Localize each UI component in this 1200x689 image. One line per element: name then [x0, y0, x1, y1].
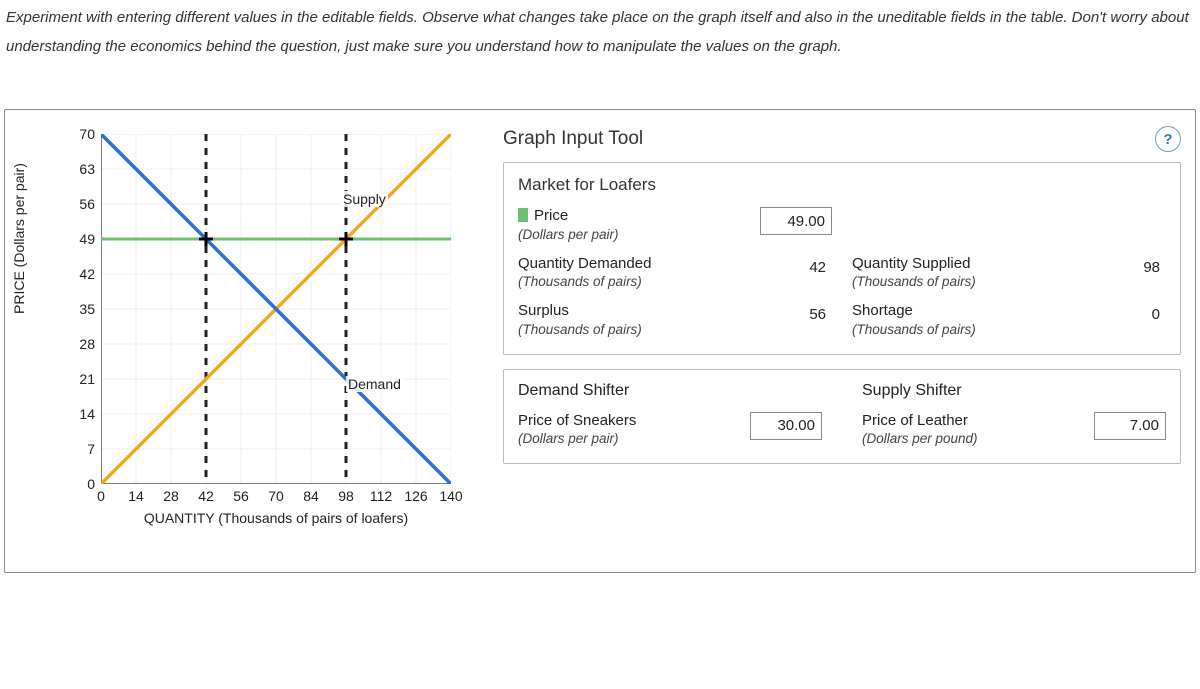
series-label-demand[interactable]: Demand	[346, 376, 403, 392]
x-axis-label: QUANTITY (Thousands of pairs of loafers)	[101, 510, 451, 526]
x-tick: 98	[338, 488, 354, 504]
y-tick: 14	[59, 406, 95, 422]
help-icon[interactable]: ?	[1155, 126, 1181, 152]
series-label-supply[interactable]: Supply	[341, 191, 388, 207]
y-tick: 70	[59, 126, 95, 142]
shifters-section: Demand Shifter Price of Sneakers(Dollars…	[503, 369, 1181, 465]
x-tick: 14	[128, 488, 144, 504]
x-tick: 42	[198, 488, 214, 504]
main-panel: PRICE (Dollars per pair) 0 7 14 21 28 35 42 49 5…	[4, 109, 1196, 573]
x-tick: 112	[370, 488, 392, 504]
y-tick: 56	[59, 196, 95, 212]
supply-demand-chart[interactable]: PRICE (Dollars per pair) 071421283542495…	[19, 124, 479, 554]
x-tick: 70	[268, 488, 284, 504]
tool-title: Graph Input Tool	[503, 128, 643, 150]
surplus-label: Surplus(Thousands of pairs)	[518, 302, 750, 340]
chart-plot-area[interactable]	[101, 134, 451, 484]
price-marker-icon	[518, 208, 528, 222]
y-tick: 21	[59, 371, 95, 387]
y-tick: 42	[59, 266, 95, 282]
qd-value: 42	[760, 255, 832, 283]
qd-label: Quantity Demanded(Thousands of pairs)	[518, 255, 750, 293]
x-tick: 28	[163, 488, 179, 504]
supply-shifter-title: Supply Shifter	[862, 382, 1166, 400]
y-tick: 0	[59, 476, 95, 492]
sneakers-label: Price of Sneakers(Dollars per pair)	[518, 412, 740, 450]
x-tick: 84	[303, 488, 319, 504]
y-tick: 49	[59, 231, 95, 247]
y-axis-label: PRICE (Dollars per pair)	[11, 163, 27, 314]
surplus-value: 56	[760, 302, 832, 330]
x-tick: 126	[404, 488, 427, 504]
y-tick: 35	[59, 301, 95, 317]
leather-label: Price of Leather(Dollars per pound)	[862, 412, 1084, 450]
x-tick: 56	[233, 488, 249, 504]
graph-input-tool: Graph Input Tool ? Market for Loafers Pr…	[503, 124, 1181, 478]
y-tick: 7	[59, 441, 95, 457]
shortage-label: Shortage(Thousands of pairs)	[852, 302, 1084, 340]
market-title: Market for Loafers	[518, 175, 1166, 195]
sneakers-price-input[interactable]	[750, 412, 822, 440]
qs-value: 98	[1094, 255, 1166, 283]
demand-shifter-title: Demand Shifter	[518, 382, 822, 400]
market-section: Market for Loafers Price (Dollars per pa…	[503, 162, 1181, 355]
instructions-text: Experiment with entering different value…	[0, 0, 1200, 73]
x-tick: 0	[97, 488, 105, 504]
qs-label: Quantity Supplied(Thousands of pairs)	[852, 255, 1084, 293]
price-label: Price (Dollars per pair)	[518, 207, 750, 245]
y-tick: 63	[59, 161, 95, 177]
y-tick: 28	[59, 336, 95, 352]
leather-price-input[interactable]	[1094, 412, 1166, 440]
price-input[interactable]	[760, 207, 832, 235]
shortage-value: 0	[1094, 302, 1166, 330]
x-tick: 140	[439, 488, 462, 504]
